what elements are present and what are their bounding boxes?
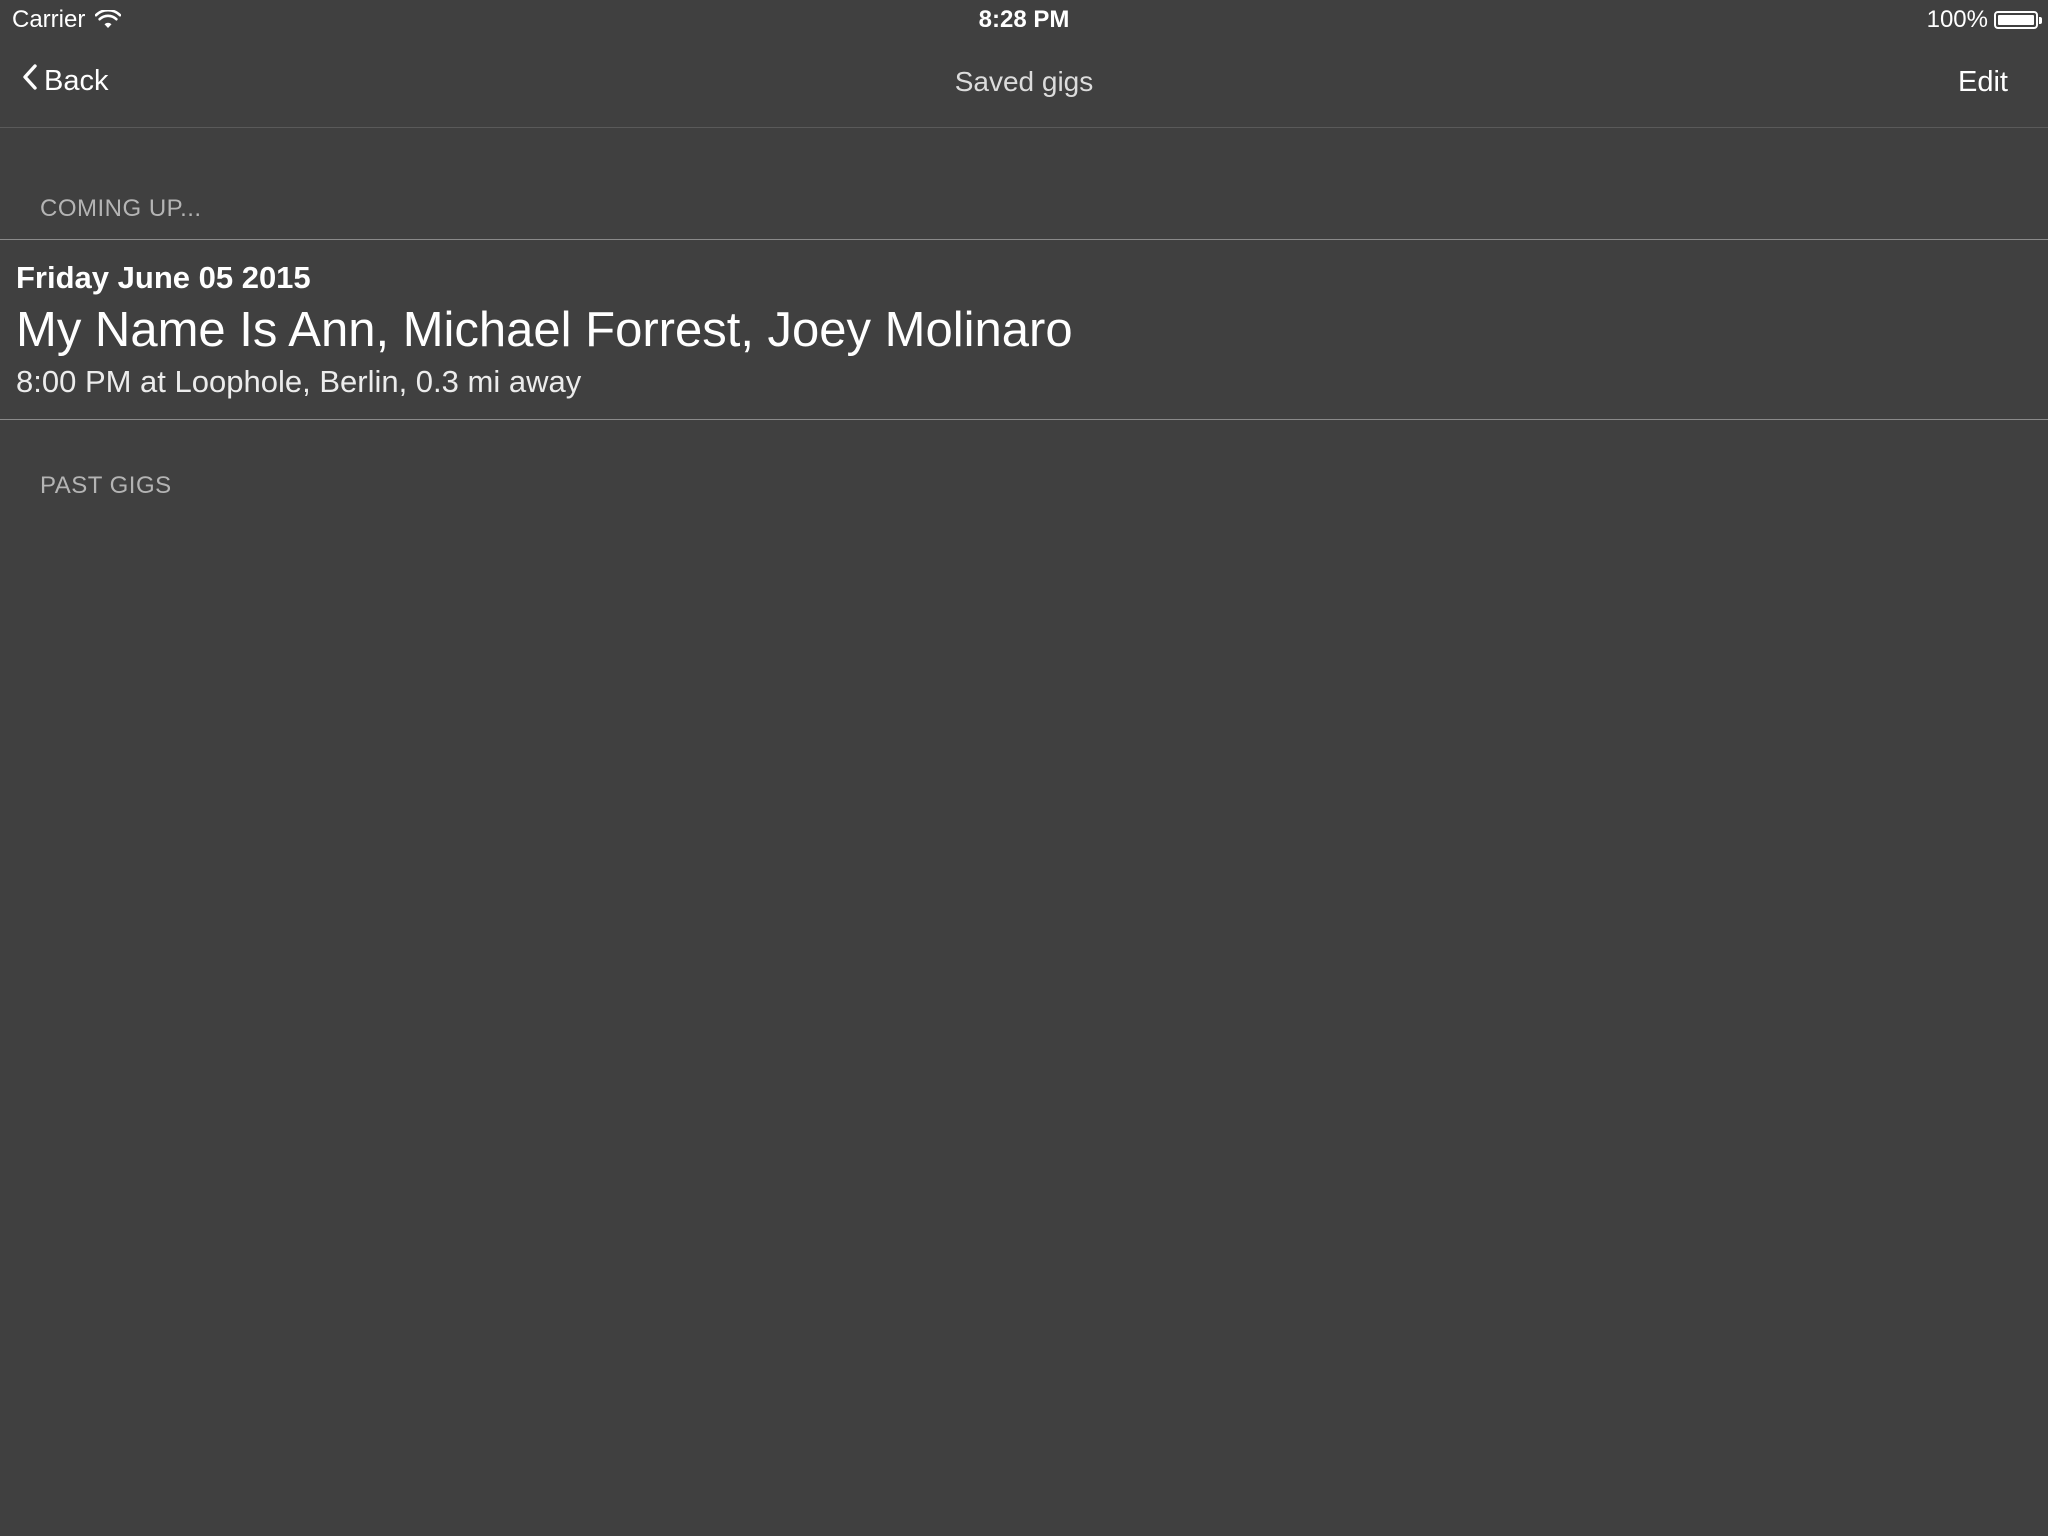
navigation-bar: Back Saved gigs Edit (0, 40, 2048, 128)
status-bar: Carrier 8:28 PM 100% (0, 0, 2048, 40)
gig-details: 8:00 PM at Loophole, Berlin, 0.3 mi away (16, 364, 582, 399)
section-header-coming-up: COMING UP... (40, 195, 202, 222)
battery-percent: 100% (1926, 6, 1988, 33)
battery-fill (1998, 15, 2034, 25)
section-header-past-gigs: PAST GIGS (40, 472, 172, 499)
gig-artists: My Name Is Ann, Michael Forrest, Joey Mo… (16, 303, 1073, 357)
gig-list-item[interactable]: Friday June 05 2015 My Name Is Ann, Mich… (0, 239, 2048, 420)
edit-button[interactable]: Edit (1958, 66, 2008, 99)
page-title: Saved gigs (954, 66, 1094, 97)
status-battery-area: 100% (1926, 6, 2042, 34)
gig-date: Friday June 05 2015 (16, 260, 311, 295)
battery-icon (1994, 11, 2042, 29)
status-time: 8:28 PM (978, 6, 1070, 33)
